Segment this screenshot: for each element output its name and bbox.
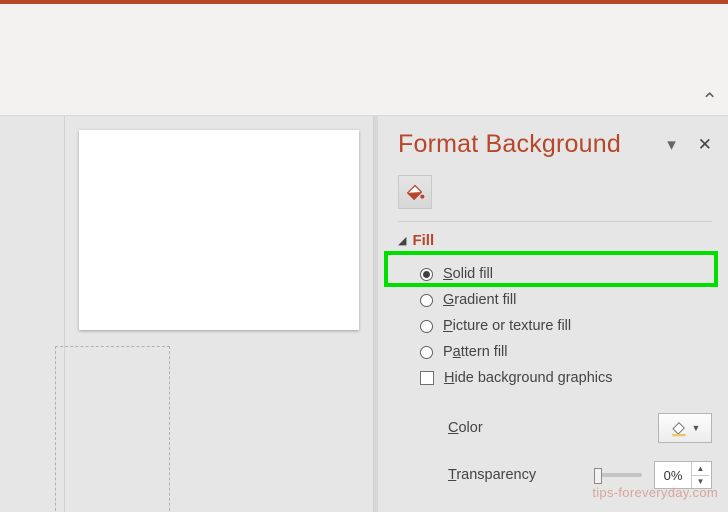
collapse-ribbon-button[interactable]: ⌃ [701, 91, 718, 111]
format-background-panel: Format Background ▾ ✕ ◢ Fill [374, 116, 728, 512]
option-label: Gradient fill [443, 292, 516, 308]
transparency-input[interactable] [655, 468, 691, 483]
collapse-triangle-icon: ◢ [398, 234, 406, 247]
option-label: Pattern fill [443, 344, 508, 360]
app-root: ⌃ Format Background ▾ ✕ [0, 0, 728, 512]
checkbox-icon [420, 371, 434, 385]
ribbon-area: ⌃ [0, 4, 728, 116]
spinner-down[interactable]: ▼ [692, 476, 709, 489]
content-placeholder[interactable] [55, 346, 170, 512]
color-row: Color ▼ [448, 413, 712, 443]
chevron-down-icon: ▼ [692, 423, 701, 433]
picture-texture-fill-option[interactable]: Picture or texture fill [398, 313, 712, 339]
pattern-fill-option[interactable]: Pattern fill [398, 339, 712, 365]
slide-edit-area[interactable] [65, 116, 374, 512]
radio-icon [420, 294, 433, 307]
fill-section-label: Fill [412, 232, 434, 249]
radio-icon [420, 320, 433, 333]
color-picker-button[interactable]: ▼ [658, 413, 712, 443]
divider [398, 221, 712, 222]
transparency-spinner[interactable]: ▲ ▼ [654, 461, 712, 489]
panel-options-dropdown[interactable]: ▾ [667, 135, 676, 155]
paint-bucket-icon [404, 181, 426, 203]
panel-title: Format Background [398, 130, 621, 159]
panel-header: Format Background ▾ ✕ [398, 130, 712, 159]
fill-options-group: Solid fill Gradient fill Picture or text… [398, 261, 712, 391]
fill-controls: Color ▼ Transparency [398, 413, 712, 489]
option-label: Solid fill [443, 266, 493, 282]
spinner-up[interactable]: ▲ [692, 462, 709, 476]
close-panel-button[interactable]: ✕ [698, 135, 712, 155]
slide-canvas[interactable] [79, 130, 359, 330]
hide-background-graphics-option[interactable]: Hide background graphics [398, 365, 712, 391]
spinner-arrows: ▲ ▼ [691, 462, 709, 488]
radio-icon [420, 346, 433, 359]
radio-icon [420, 268, 433, 281]
option-label: Picture or texture fill [443, 318, 571, 334]
solid-fill-option[interactable]: Solid fill [398, 261, 712, 287]
fill-section-header[interactable]: ◢ Fill [398, 232, 712, 249]
transparency-label: Transparency [448, 467, 594, 483]
color-label: Color [448, 420, 658, 436]
paint-bucket-icon [670, 419, 688, 437]
fill-tab-button[interactable] [398, 175, 432, 209]
slider-thumb[interactable] [594, 468, 602, 484]
panel-resize-handle[interactable] [374, 116, 378, 512]
transparency-row: Transparency ▲ ▼ [448, 461, 712, 489]
gradient-fill-option[interactable]: Gradient fill [398, 287, 712, 313]
option-label: Hide background graphics [444, 370, 612, 386]
workspace: Format Background ▾ ✕ ◢ Fill [0, 116, 728, 512]
transparency-slider[interactable] [594, 473, 642, 477]
